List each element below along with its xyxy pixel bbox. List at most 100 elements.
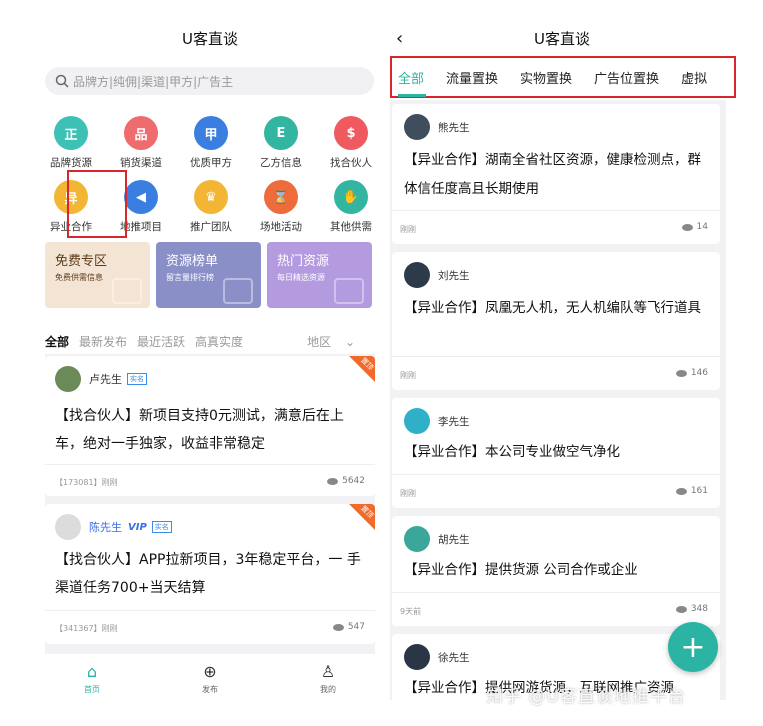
post-footer: 9天前 348: [392, 592, 720, 626]
filter-latest[interactable]: 最新发布: [79, 333, 127, 350]
view-count: 14: [681, 222, 708, 232]
promo-row: 免费专区 免费供需信息 资源榜单 留言量排行榜 热门资源 每日精选资源: [45, 242, 375, 308]
check-watermark-icon: [223, 278, 253, 304]
tab-ad-exchange[interactable]: 广告位置换: [594, 68, 659, 87]
category-quality-party-a[interactable]: 甲 优质甲方: [185, 116, 237, 170]
post-author: 熊先生: [404, 114, 470, 140]
shield-icon: 正: [54, 116, 88, 150]
author-name: 李先生: [438, 415, 470, 428]
category-promo-team[interactable]: ♛ 推广团队: [185, 180, 237, 234]
post-author: 陈先生 VIP 实名: [55, 514, 172, 540]
post-card[interactable]: 置顶 陈先生 VIP 实名 【找合伙人】APP拉新项目，3年稳定平台，一 手渠道…: [45, 504, 375, 644]
megaphone-icon: ◀: [124, 180, 158, 214]
avatar: [55, 366, 81, 392]
filter-active[interactable]: 最近活跃: [137, 333, 185, 350]
active-tab-indicator: [398, 94, 426, 97]
hourglass-icon: ⌛: [264, 180, 298, 214]
post-card[interactable]: 刘先生 【异业合作】凤凰无人机，无人机编队等飞行道具 刚刚 146: [392, 252, 720, 390]
view-count: 348: [675, 604, 708, 614]
tab-label: 首页: [84, 685, 100, 694]
promo-title: 热门资源: [277, 254, 330, 269]
post-footer: 【341367】刚刚 547: [45, 610, 375, 644]
tab-label: 发布: [202, 685, 218, 694]
view-number: 5642: [342, 476, 365, 486]
view-number: 14: [696, 222, 708, 232]
promo-hot-resources[interactable]: 热门资源 每日精选资源: [267, 242, 372, 308]
eye-icon: [332, 623, 344, 631]
post-text: 【异业合作】凤凰无人机，无人机编队等飞行道具: [404, 300, 701, 316]
tab-goods-exchange[interactable]: 实物置换: [520, 68, 572, 87]
post-author: 胡先生: [404, 526, 470, 552]
author-name: 胡先生: [438, 533, 470, 546]
search-input[interactable]: 品牌方|纯佣|渠道|甲方|广告主: [45, 67, 374, 95]
home-screen: U客直谈 品牌方|纯佣|渠道|甲方|广告主 正 品牌货源 品 销货渠道 甲 优质…: [33, 0, 387, 726]
category-other-needs[interactable]: ✋ 其他供需: [325, 180, 377, 234]
post-card[interactable]: 熊先生 【异业合作】湖南全省社区资源，健康检测点，群体信任度高且长期使用 刚刚 …: [392, 104, 720, 244]
highlight-box: [67, 170, 127, 238]
post-author: 刘先生: [404, 262, 470, 288]
author-name: 熊先生: [438, 121, 470, 134]
post-time: 刚刚: [400, 489, 416, 498]
category-label: 品牌货源: [50, 157, 92, 169]
post-footer: 刚刚 14: [392, 210, 720, 244]
post-meta: 【173081】刚刚: [55, 478, 118, 487]
category-venue-events[interactable]: ⌛ 场地活动: [255, 180, 307, 234]
post-author: 卢先生 实名: [55, 366, 147, 392]
region-dropdown[interactable]: 地区 ⌄: [307, 333, 365, 350]
category-label: 场地活动: [260, 221, 302, 233]
region-label: 地区: [307, 335, 332, 349]
verified-badge: 实名: [151, 521, 172, 533]
yen-watermark-icon: [334, 278, 364, 304]
jia-badge-icon: 甲: [194, 116, 228, 150]
post-text: 【找合伙人】APP拉新项目，3年稳定平台，一 手渠道任务700+当天结算: [55, 552, 361, 596]
filter-authentic[interactable]: 高真实度: [195, 333, 243, 350]
tab-all[interactable]: 全部: [398, 68, 424, 87]
author-name: 徐先生: [438, 651, 470, 664]
category-brand-supply[interactable]: 正 品牌货源: [45, 116, 97, 170]
category-label: 其他供需: [330, 221, 372, 233]
add-post-button[interactable]: +: [668, 622, 718, 672]
post-card[interactable]: 李先生 【异业合作】本公司专业做空气净化 刚刚 161: [392, 398, 720, 508]
tab-traffic-exchange[interactable]: 流量置换: [446, 68, 498, 87]
post-card[interactable]: 胡先生 【异业合作】提供货源 公司合作或企业 9天前 348: [392, 516, 720, 626]
vip-badge: VIP: [128, 521, 147, 533]
bottom-tab-bar: ⌂ 首页 ⊕ 发布 ♙ 我的: [33, 656, 387, 706]
avatar: [404, 644, 430, 670]
category-find-partner[interactable]: $ 找合伙人: [325, 116, 377, 170]
tab-mine[interactable]: ♙ 我的: [269, 656, 387, 706]
category-party-b-info[interactable]: E 乙方信息: [255, 116, 307, 170]
page-title: U客直谈: [182, 30, 238, 48]
post-text: 【异业合作】本公司专业做空气净化: [404, 444, 620, 460]
category-label: 推广团队: [190, 221, 232, 233]
post-time: 刚刚: [400, 371, 416, 380]
promo-free-zone[interactable]: 免费专区 免费供需信息: [45, 242, 150, 308]
post-footer: 【173081】刚刚 5642: [45, 464, 375, 496]
view-number: 146: [690, 368, 708, 378]
plus-circle-icon: ⊕: [203, 662, 217, 681]
tab-virtual[interactable]: 虚拟: [681, 68, 707, 87]
category-label: 优质甲方: [190, 157, 232, 169]
tab-label: 我的: [320, 685, 336, 694]
tab-publish[interactable]: ⊕ 发布: [151, 656, 269, 706]
avatar: [404, 262, 430, 288]
document-icon: E: [264, 116, 298, 150]
view-number: 348: [690, 604, 708, 614]
promo-resource-ranking[interactable]: 资源榜单 留言量排行榜: [156, 242, 261, 308]
page-title: U客直谈: [534, 30, 590, 48]
author-name: 陈先生: [89, 521, 122, 534]
post-card[interactable]: 置顶 卢先生 实名 【找合伙人】新项目支持0元测试，满意后在上车，绝对一手独家，…: [45, 356, 375, 496]
author-name: 刘先生: [438, 269, 470, 282]
search-icon: [55, 74, 69, 88]
view-number: 161: [690, 486, 708, 496]
eye-icon: [675, 487, 687, 495]
category-sales-channel[interactable]: 品 销货渠道: [115, 116, 167, 170]
tab-home[interactable]: ⌂ 首页: [33, 656, 151, 706]
post-list: 置顶 卢先生 实名 【找合伙人】新项目支持0元测试，满意后在上车，绝对一手独家，…: [45, 354, 375, 654]
money-bag-icon: $: [334, 116, 368, 150]
home-icon: ⌂: [86, 662, 98, 681]
filter-all[interactable]: 全部: [45, 333, 69, 350]
post-meta: 【341367】刚刚: [55, 624, 118, 633]
view-count: 5642: [327, 476, 365, 486]
filter-bar: 全部 最新发布 最近活跃 高真实度 地区 ⌄: [45, 333, 375, 350]
avatar: [404, 408, 430, 434]
